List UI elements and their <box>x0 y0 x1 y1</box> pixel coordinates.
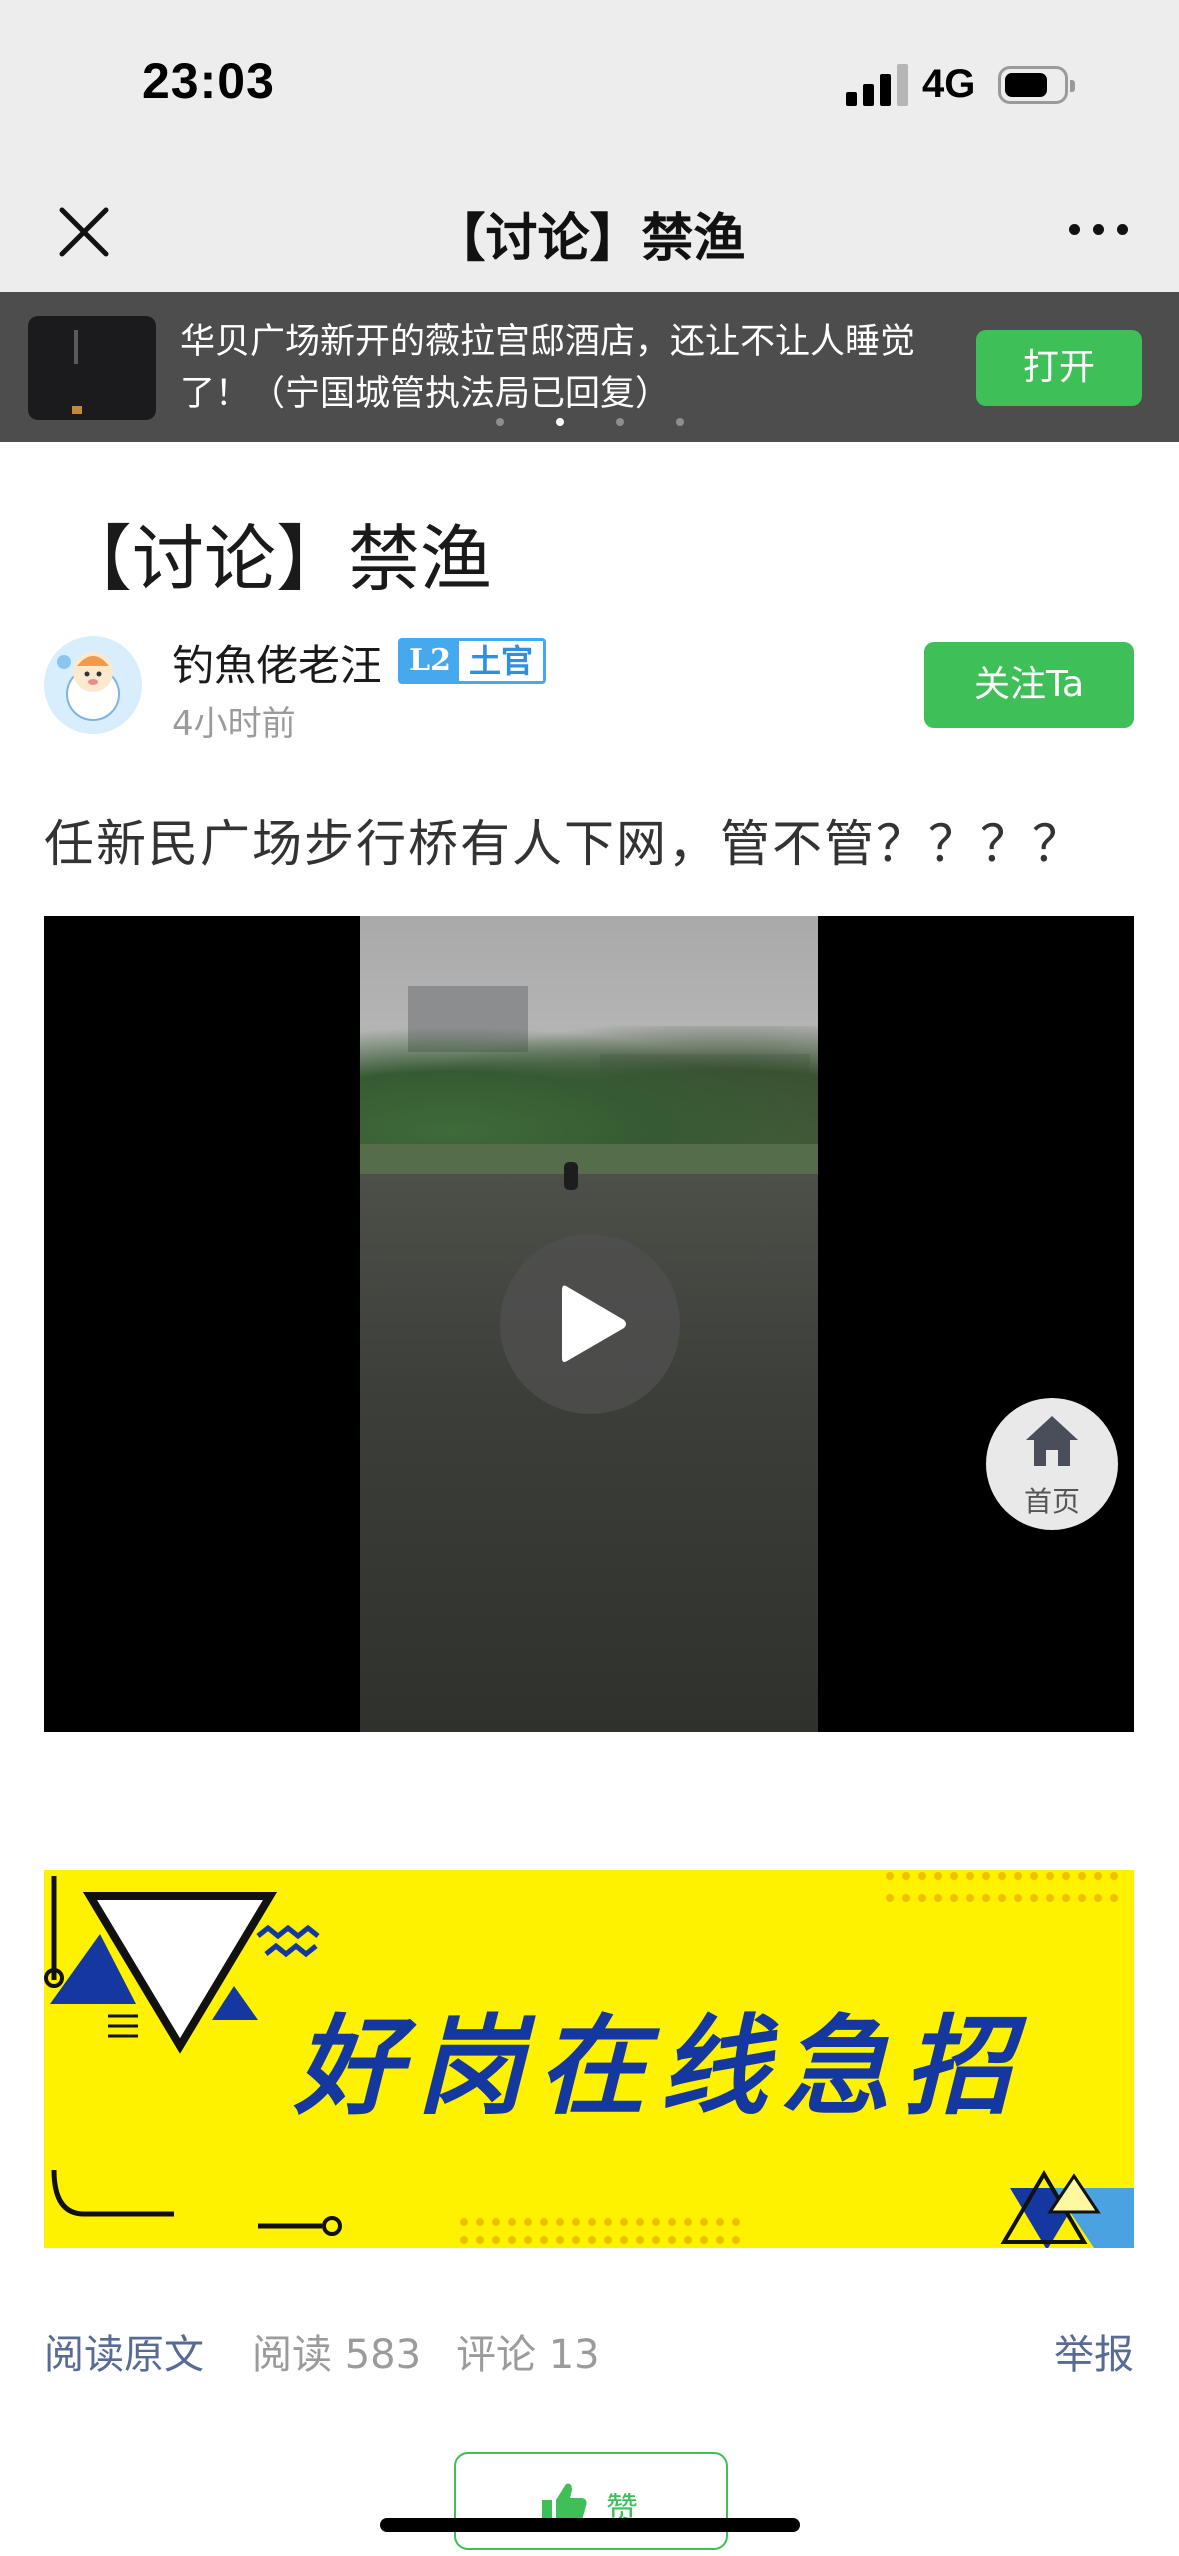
pagination-dot <box>675 418 684 426</box>
network-type: 4G <box>922 62 976 106</box>
article-body: 任新民广场步行桥有人下网，管不管？？？？ <box>44 815 1084 873</box>
job-ad-banner[interactable]: 好岗在线急招 <box>44 1870 1134 2248</box>
more-options-icon[interactable] <box>1069 214 1129 244</box>
author-avatar[interactable] <box>44 636 142 734</box>
pagination-dot <box>615 418 624 426</box>
play-icon[interactable] <box>500 1234 680 1414</box>
nav-bar: 【讨论】禁渔 <box>0 170 1179 292</box>
banner-pagination <box>0 411 1179 430</box>
article-title: 【讨论】禁渔 <box>60 517 493 601</box>
banner-open-button[interactable]: 打开 <box>976 330 1142 406</box>
home-icon <box>1026 1416 1078 1466</box>
banner-thumbnail <box>28 316 156 420</box>
home-label: 首页 <box>1023 1485 1080 1518</box>
comment-count: 评论 13 <box>456 2322 600 2380</box>
battery-icon <box>998 66 1075 104</box>
read-count-value: 583 <box>344 2332 422 2378</box>
read-count: 阅读 583 <box>252 2322 421 2380</box>
home-indicator <box>380 2518 800 2532</box>
post-time: 4小时前 <box>172 704 296 744</box>
article-footer: 阅读原文 阅读 583 评论 13 举报 <box>44 2322 1134 2382</box>
author-name[interactable]: 钓魚佬老汪 <box>172 632 382 693</box>
read-original-link[interactable]: 阅读原文 <box>44 2322 204 2380</box>
banner-text[interactable]: 华贝广场新开的薇拉宫邸酒店，还让不让人睡觉了！（宁国城管执法局已回复） <box>180 316 970 420</box>
status-bar: 23:03 4G <box>0 0 1179 170</box>
read-count-label: 阅读 <box>252 2332 332 2378</box>
pagination-dot <box>495 418 504 426</box>
user-level-badge: L2 土官 <box>398 638 546 684</box>
like-button[interactable]: 赞 <box>454 2452 728 2550</box>
status-time: 23:03 <box>142 53 275 109</box>
promo-banner[interactable]: 华贝广场新开的薇拉宫邸酒店，还让不让人睡觉了！（宁国城管执法局已回复） 打开 <box>0 292 1179 442</box>
report-link[interactable]: 举报 <box>1054 2322 1134 2380</box>
comment-count-label: 评论 <box>456 2332 536 2378</box>
pagination-dot-active <box>555 418 564 426</box>
signal-icon <box>846 64 908 106</box>
video-player[interactable] <box>44 916 1134 1732</box>
follow-button[interactable]: 关注Ta <box>924 642 1134 728</box>
ad-headline: 好岗在线急招 <box>294 2005 1027 2130</box>
nav-title: 【讨论】禁渔 <box>433 209 746 269</box>
comment-count-value: 13 <box>548 2332 600 2378</box>
floating-home-button[interactable]: 首页 <box>986 1398 1118 1530</box>
badge-rank: 土官 <box>458 641 543 681</box>
badge-level: L2 <box>401 641 459 681</box>
